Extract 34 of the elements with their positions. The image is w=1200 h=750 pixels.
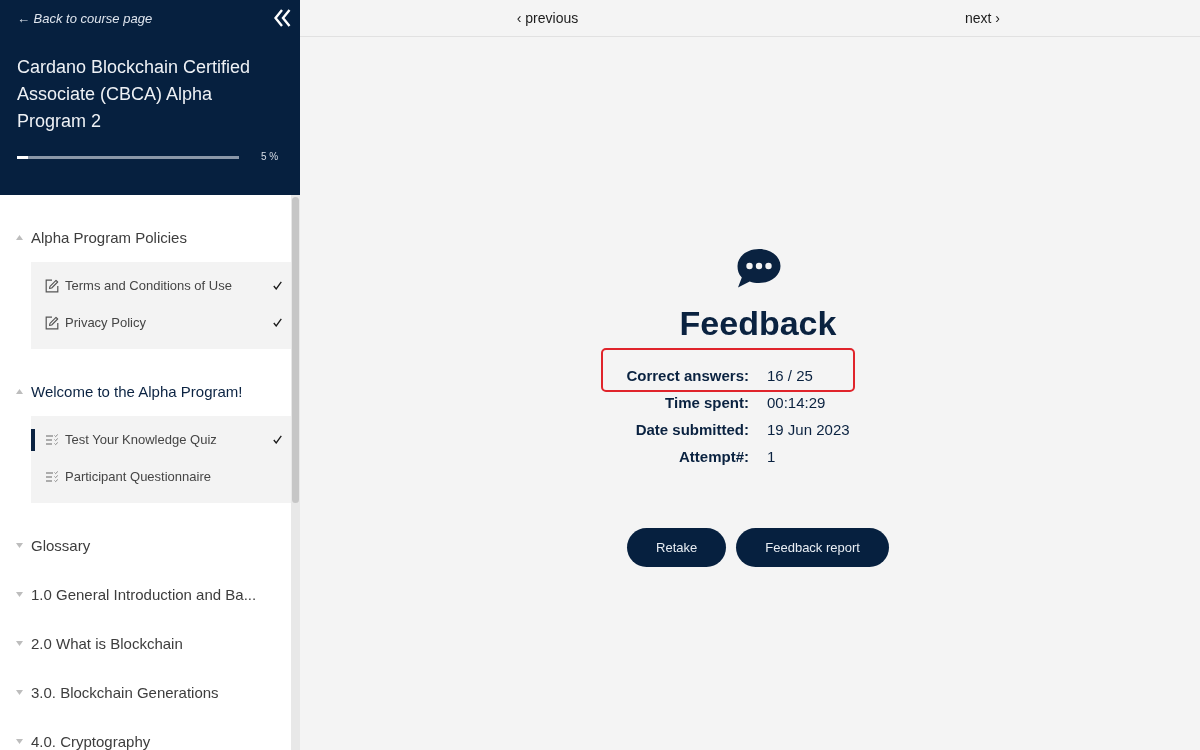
scrollbar-thumb[interactable] (292, 197, 299, 503)
section-header[interactable]: 1.0 General Introduction and Ba... (0, 579, 291, 609)
back-link[interactable]: ← Back to course page (17, 10, 153, 26)
result-value: 19 Jun 2023 (767, 420, 850, 440)
checklist-icon (45, 469, 59, 484)
section-header[interactable]: 4.0. Cryptography (0, 726, 291, 750)
section-header[interactable]: 3.0. Blockchain Generations (0, 677, 291, 707)
feedback-report-button[interactable]: Feedback report (736, 528, 889, 567)
lesson-item[interactable]: Test Your Knowledge Quiz (31, 421, 291, 458)
speech-bubble-icon (735, 248, 781, 288)
edit-icon (45, 278, 59, 293)
double-chevron-left-icon[interactable] (274, 9, 291, 27)
result-value: 1 (767, 447, 776, 467)
lesson-item[interactable]: Participant Questionnaire (31, 458, 291, 495)
course-title: Cardano Blockchain Certified Associate (CBCA) Alpha Program 2 (17, 56, 252, 133)
result-label: Correct answers: (626, 366, 749, 386)
section-header[interactable]: 2.0 What is Blockchain (0, 628, 291, 658)
checklist-icon (45, 432, 59, 447)
edit-icon (45, 315, 59, 330)
lesson-item[interactable]: Privacy Policy (31, 304, 291, 341)
result-label: Date submitted: (635, 420, 749, 440)
next-link[interactable]: next › (965, 10, 1000, 26)
result-label: Attempt#: (679, 447, 749, 467)
section-header[interactable]: Welcome to the Alpha Program! (0, 376, 291, 406)
progress-reading: 5 % (261, 152, 279, 162)
previous-link[interactable]: ‹ previous (516, 10, 579, 26)
result-value: 00:14:29 (767, 393, 826, 413)
lesson-item[interactable]: Terms and Conditions of Use (31, 267, 291, 304)
result-label: Time spent: (665, 393, 749, 413)
retake-button[interactable]: Retake (627, 528, 727, 567)
section-header[interactable]: Glossary (0, 530, 291, 560)
section-header[interactable]: Alpha Program Policies (0, 222, 291, 252)
feedback-title: Feedback (679, 303, 837, 343)
result-value: 16 / 25 (767, 366, 813, 386)
